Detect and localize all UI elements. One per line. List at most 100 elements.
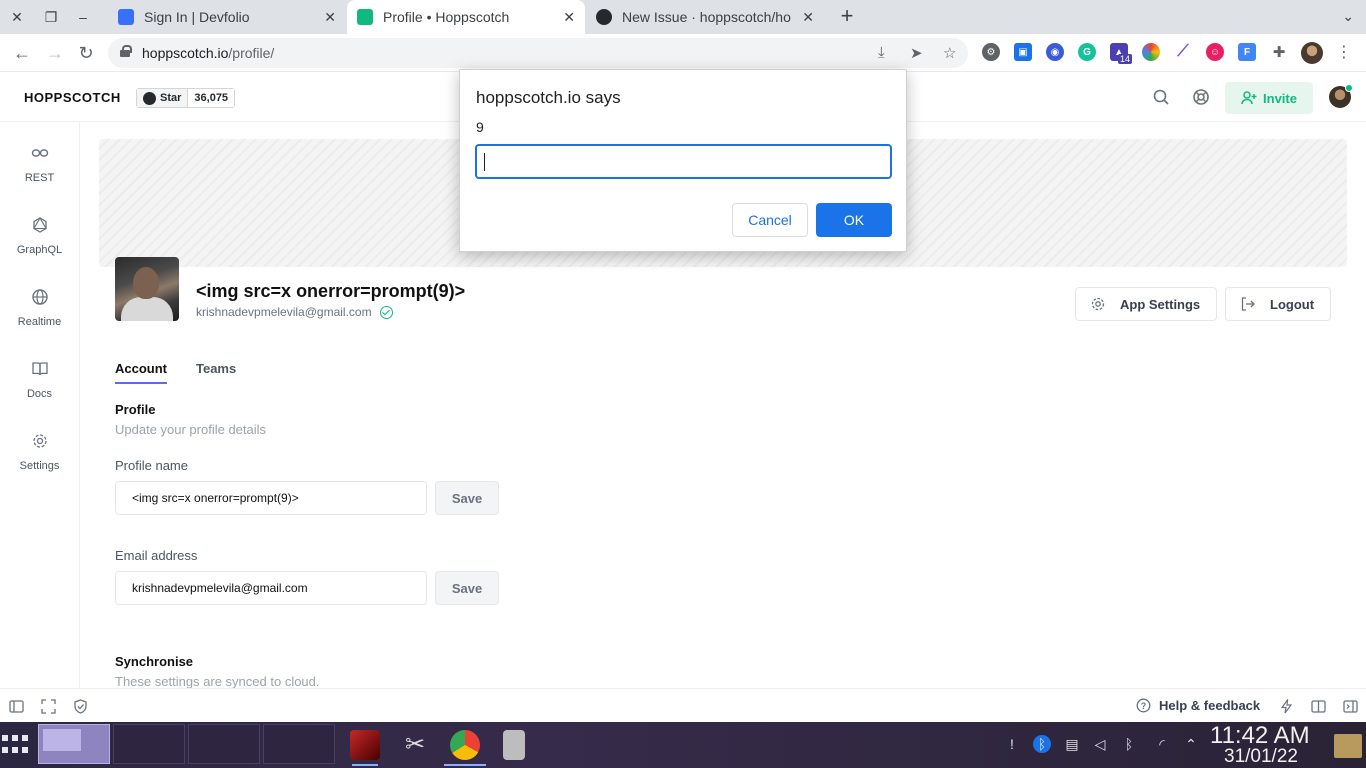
profile-email-line: krishnadevpmelevila@gmail.com (196, 305, 393, 319)
browser-toolbar: ← → ↻ hoppscotch.io/profile/ ⤓ ➤ ☆ ⚙ ▣ ◉… (0, 34, 1366, 72)
lock-icon[interactable] (120, 45, 132, 57)
user-avatar[interactable] (1329, 84, 1353, 108)
running-indicator (444, 764, 486, 766)
search-icon[interactable] (1151, 87, 1171, 107)
profile-display-name: <img src=x onerror=prompt(9)> (196, 281, 466, 301)
notification-alert-icon[interactable]: ! (1003, 735, 1021, 753)
settings-extension-icon[interactable]: ⚙ (982, 43, 1000, 61)
reload-icon[interactable]: ↻ (75, 42, 97, 64)
prompt-dialog: hoppscotch.io says 9 Cancel OK (459, 69, 907, 252)
wifi-icon[interactable]: ◜ (1153, 735, 1171, 753)
tab-hoppscotch-profile[interactable]: Profile • Hoppscotch ✕ (347, 0, 585, 34)
restore-window-icon[interactable]: ❐ (38, 4, 64, 30)
email-address-input[interactable] (115, 571, 427, 605)
puzzle-extensions-icon[interactable]: ✚ (1270, 43, 1288, 61)
bluetooth-icon[interactable]: ᛒ (1120, 735, 1138, 753)
invite-button[interactable]: Invite (1225, 82, 1313, 114)
synchronise-subtitle: These settings are synced to cloud. (115, 674, 320, 689)
virtual-desk-3[interactable] (188, 724, 260, 764)
translate-extension-icon[interactable]: F (1238, 43, 1256, 61)
forward-arrow-icon[interactable]: → (44, 42, 66, 64)
virtual-desk-4[interactable] (263, 724, 335, 764)
grammarly-extension-icon[interactable]: G (1078, 43, 1096, 61)
fullscreen-icon[interactable] (41, 699, 56, 714)
color-picker-extension-icon[interactable]: ◉ (1046, 43, 1064, 61)
app-settings-label: App Settings (1120, 296, 1201, 312)
dialog-message: 9 (476, 119, 484, 135)
sidebar-item-rest[interactable]: REST (0, 138, 79, 200)
files-folder-icon[interactable] (1334, 734, 1362, 758)
profile-name-input[interactable] (115, 481, 427, 515)
chrome-app-icon[interactable] (450, 730, 480, 760)
graphql-icon (31, 216, 49, 234)
address-bar[interactable]: hoppscotch.io/profile/ ⤓ ➤ ☆ (108, 38, 968, 68)
devfolio-favicon-icon (118, 9, 134, 25)
clock-date[interactable]: 31/01/22 (1224, 746, 1298, 768)
virtual-desk-1[interactable] (38, 724, 110, 764)
clipboard-icon[interactable]: ▤ (1063, 735, 1081, 753)
sidebar-item-realtime[interactable]: Realtime (0, 282, 79, 344)
tab-title: Profile • Hoppscotch (383, 9, 510, 25)
logout-button[interactable]: Logout (1225, 287, 1331, 321)
tab-account[interactable]: Account (115, 356, 167, 384)
tab-github-new-issue[interactable]: New Issue · hoppscotch/ho ✕ (586, 0, 824, 34)
terminal-app-icon[interactable] (350, 730, 380, 760)
face-extension-icon[interactable]: ☺ (1206, 43, 1224, 61)
sidebar-item-settings[interactable]: Settings (0, 426, 79, 488)
minimize-window-icon[interactable]: – (70, 4, 96, 30)
feather-extension-icon[interactable]: ⟋ (1174, 43, 1192, 61)
github-star-widget[interactable]: Star 36,075 (136, 88, 236, 108)
clock-time[interactable]: 11:42 AM (1210, 724, 1310, 748)
close-window-icon[interactable]: ✕ (4, 4, 30, 30)
app-launcher-grid-icon[interactable] (0, 735, 36, 755)
screen-capture-extension-icon[interactable]: ▣ (1014, 43, 1032, 61)
sidebar-item-label: REST (24, 172, 55, 184)
app-brand[interactable]: HOPPSCOTCH (24, 90, 121, 105)
install-app-icon[interactable]: ⤓ (878, 44, 885, 61)
github-star-label: Star (160, 92, 182, 104)
tab-teams[interactable]: Teams (196, 356, 236, 384)
collapse-panel-icon[interactable] (1343, 699, 1358, 714)
bluetooth-active-icon[interactable]: ᛒ (1033, 735, 1051, 753)
save-email-button[interactable]: Save (435, 571, 499, 605)
logout-icon (1240, 296, 1256, 312)
sidebar-toggle-icon[interactable] (9, 699, 24, 714)
running-indicator (352, 764, 378, 766)
browser-tab-strip: ✕ ❐ – Sign In | Devfolio ✕ Profile • Hop… (0, 0, 1366, 34)
help-circle-icon: ? (1136, 698, 1151, 713)
dialog-prompt-input[interactable] (475, 144, 892, 179)
send-to-device-icon[interactable]: ➤ (910, 44, 923, 62)
sidebar-item-docs[interactable]: Docs (0, 354, 79, 416)
volume-icon[interactable]: ◁ (1091, 735, 1109, 753)
support-lifebuoy-icon[interactable] (1191, 87, 1211, 107)
close-tab-icon[interactable]: ✕ (324, 9, 336, 26)
color-wheel-extension-icon[interactable] (1142, 43, 1160, 61)
split-layout-icon[interactable] (1311, 699, 1326, 714)
virtual-desk-2[interactable] (113, 724, 185, 764)
back-arrow-icon[interactable]: ← (11, 42, 33, 64)
tray-expand-chevron-icon[interactable]: ⌃ (1182, 735, 1200, 753)
lightning-icon[interactable] (1279, 699, 1294, 714)
extension-badge: 14 (1118, 54, 1133, 64)
shield-check-icon[interactable] (73, 699, 88, 714)
dialog-cancel-button[interactable]: Cancel (732, 203, 808, 237)
dialog-ok-button[interactable]: OK (816, 203, 892, 237)
sidebar-item-graphql[interactable]: GraphQL (0, 210, 79, 272)
browser-profile-avatar[interactable] (1301, 42, 1323, 64)
profile-section-title: Profile (115, 402, 156, 417)
github-star-count: 36,075 (188, 89, 235, 107)
file-cabinet-app-icon[interactable] (503, 730, 525, 760)
help-feedback-button[interactable]: ? Help & feedback (1136, 698, 1260, 713)
save-name-button[interactable]: Save (435, 481, 499, 515)
app-settings-button[interactable]: App Settings (1075, 287, 1217, 321)
new-tab-icon[interactable]: + (836, 4, 858, 30)
close-tab-icon[interactable]: ✕ (802, 9, 814, 26)
tab-search-chevron-icon[interactable]: ⌄ (1342, 8, 1354, 25)
bookmark-star-icon[interactable]: ☆ (943, 44, 956, 62)
globe-icon (31, 288, 49, 306)
tools-app-icon[interactable]: ✂ (400, 730, 430, 760)
close-tab-icon[interactable]: ✕ (563, 9, 575, 26)
invite-label: Invite (1263, 90, 1297, 106)
tab-devfolio[interactable]: Sign In | Devfolio ✕ (108, 0, 346, 34)
browser-menu-kebab-icon[interactable]: ⋮ (1336, 42, 1352, 62)
